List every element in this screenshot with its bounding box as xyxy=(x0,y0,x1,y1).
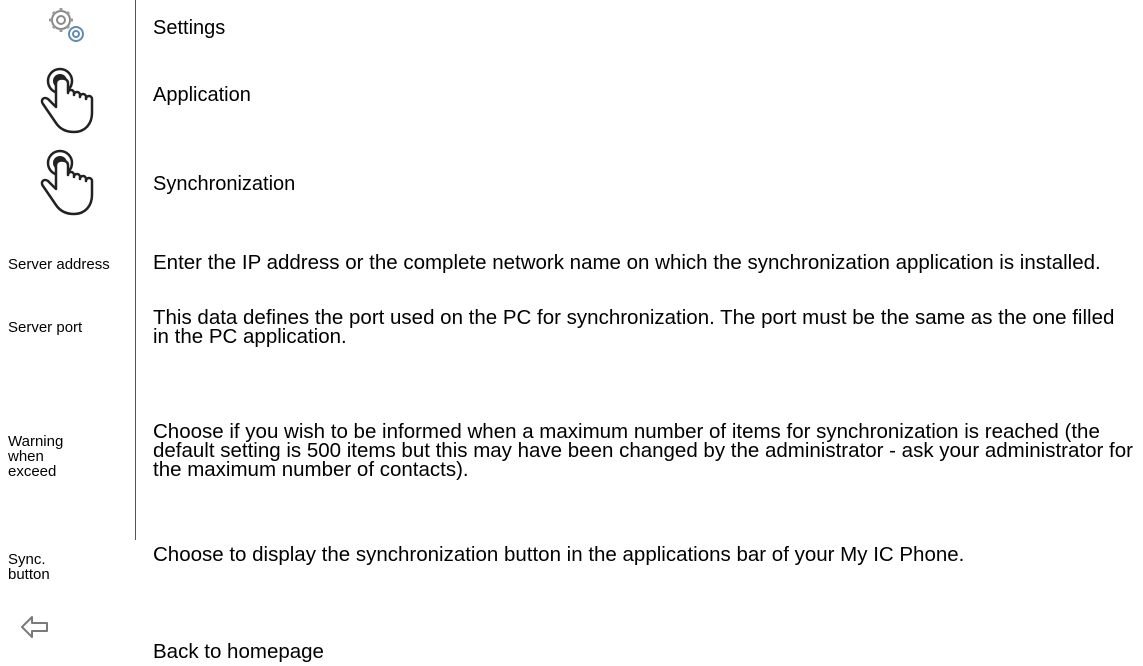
back-to-homepage-link[interactable]: Back to homepage xyxy=(153,641,1133,662)
term-warning-when-exceed: Warning when exceed xyxy=(8,433,64,480)
back-arrow-icon[interactable] xyxy=(0,612,70,642)
term-sync-button: Sync. button xyxy=(8,551,50,583)
desc-warning-when-exceed: Choose if you wish to be informed when a… xyxy=(153,420,1133,481)
desc-server-address: Enter the IP address or the complete net… xyxy=(153,251,1101,274)
desc-sync-button: Choose to display the synchronization bu… xyxy=(153,543,965,566)
step-application-label: Application xyxy=(153,84,251,106)
hand-press-icon xyxy=(0,144,135,218)
hand-press-icon xyxy=(0,62,135,136)
step-settings-label: Settings xyxy=(153,17,226,39)
desc-server-port: This data defines the port used on the P… xyxy=(153,306,1115,348)
column-divider xyxy=(135,0,136,540)
term-server-address: Server address xyxy=(8,256,110,273)
term-server-port: Server port xyxy=(8,319,83,336)
step-synchronization-label: Synchronization xyxy=(153,173,296,195)
gears-icon xyxy=(0,4,135,48)
